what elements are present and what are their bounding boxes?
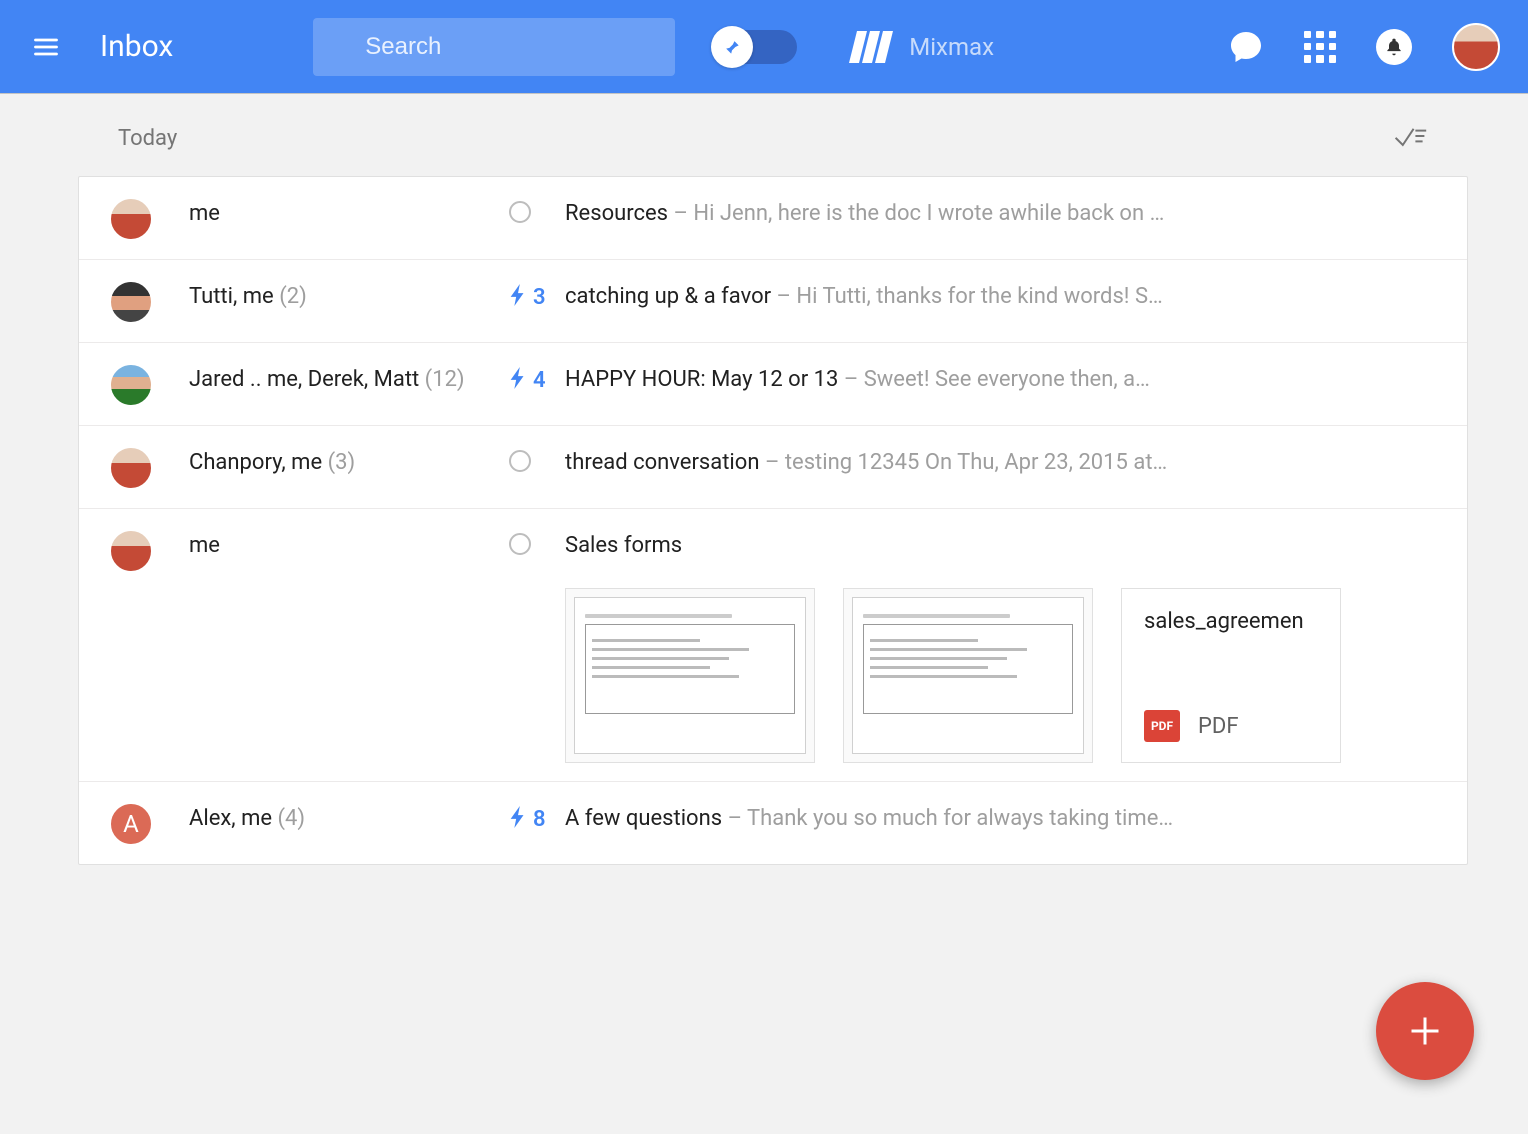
subject: Resources [565,201,668,226]
sender-name: me [189,533,220,558]
subject: HAPPY HOUR: May 12 or 13 [565,367,838,392]
sender-avatar [109,197,153,241]
compose-button[interactable] [1376,982,1474,1080]
subject: A few questions [565,806,722,831]
snippet: – testing 12345 On Thu, Apr 23, 2015 at… [759,450,1167,475]
search-box[interactable] [313,18,675,76]
pdf-badge-icon: PDF [1144,710,1180,742]
mixmax-extension[interactable]: Mixmax [853,31,994,63]
mixmax-label: Mixmax [909,33,994,61]
subject-line: thread conversation – testing 12345 On T… [565,450,1443,475]
app-header: Inbox Mixmax [0,0,1528,94]
sender-avatar [109,363,153,407]
main-content: Today me Resources – Hi Jenn, here is th… [0,94,1528,865]
pin-icon [722,37,742,57]
attachment-type-label: PDF [1198,714,1238,739]
snippet: – Hi Jenn, here is the doc I wrote awhil… [668,201,1164,226]
unread-indicator-icon [509,533,531,555]
attachment-file[interactable]: sales_agreemen PDF PDF [1121,588,1341,763]
unread-indicator-icon [509,201,531,223]
search-input[interactable] [365,33,675,61]
apps-button[interactable] [1304,31,1336,63]
bell-icon [1384,37,1404,57]
thread-row[interactable]: A Alex, me (4) 8 A few questions – Thank… [79,782,1467,864]
chat-button[interactable] [1228,29,1264,65]
plus-icon [1407,1013,1443,1049]
attachment-preview[interactable] [843,588,1093,763]
thread-row[interactable]: Jared .. me, Derek, Matt (12) 4 HAPPY HO… [79,343,1467,426]
pin-toggle[interactable] [715,30,797,64]
sender-avatar: A [109,802,153,846]
section-title: Today [118,126,177,151]
attachment-filename: sales_agreemen [1144,609,1318,634]
bolt-icon [509,806,527,832]
bolt-count: 3 [533,285,546,310]
snippet: – Thank you so much for always taking ti… [722,806,1173,831]
pin-toggle-knob [711,26,753,68]
thread-list: me Resources – Hi Jenn, here is the doc … [78,176,1468,865]
section-header: Today [78,94,1468,176]
sender-name: Tutti, me (2) [189,284,307,309]
bolt-icon [509,284,527,310]
subject-line: A few questions – Thank you so much for … [565,806,1443,831]
sender-avatar [109,280,153,324]
bolt-icon [509,367,527,393]
bolt-count: 4 [533,368,546,393]
subject: Sales forms [565,533,682,558]
notifications-button[interactable] [1376,29,1412,65]
snippet: – Hi Tutti, thanks for the kind words! S… [771,284,1163,309]
bolt-count: 8 [533,807,546,832]
snippet: – Sweet! See everyone then, a… [838,367,1149,392]
app-title: Inbox [100,29,173,64]
thread-row[interactable]: me Sales forms [79,509,1467,782]
document-thumbnail-icon [852,597,1084,754]
sender-avatar [109,529,153,573]
subject: thread conversation [565,450,759,475]
subject: catching up & a favor [565,284,771,309]
thread-row[interactable]: Tutti, me (2) 3 catching up & a favor – … [79,260,1467,343]
mixmax-logo-icon [853,31,893,63]
sweep-icon [1392,122,1428,150]
account-avatar[interactable] [1452,23,1500,71]
sender-name: Jared .. me, Derek, Matt (12) [189,367,465,392]
subject-line: Resources – Hi Jenn, here is the doc I w… [565,201,1443,226]
menu-button[interactable] [28,29,64,65]
sender-name: Chanpory, me (3) [189,450,355,475]
sender-name: me [189,201,220,226]
sender-avatar [109,446,153,490]
attachments-row: sales_agreemen PDF PDF [565,588,1443,763]
subject-line: catching up & a favor – Hi Tutti, thanks… [565,284,1443,309]
sweep-button[interactable] [1392,122,1428,154]
chat-icon [1228,29,1264,65]
subject-line: HAPPY HOUR: May 12 or 13 – Sweet! See ev… [565,367,1443,392]
unread-indicator-icon [509,450,531,472]
thread-row[interactable]: me Resources – Hi Jenn, here is the doc … [79,177,1467,260]
thread-row[interactable]: Chanpory, me (3) thread conversation – t… [79,426,1467,509]
attachment-preview[interactable] [565,588,815,763]
sender-name: Alex, me (4) [189,806,305,831]
hamburger-icon [32,33,60,61]
subject-line: Sales forms [565,533,1443,558]
document-thumbnail-icon [574,597,806,754]
